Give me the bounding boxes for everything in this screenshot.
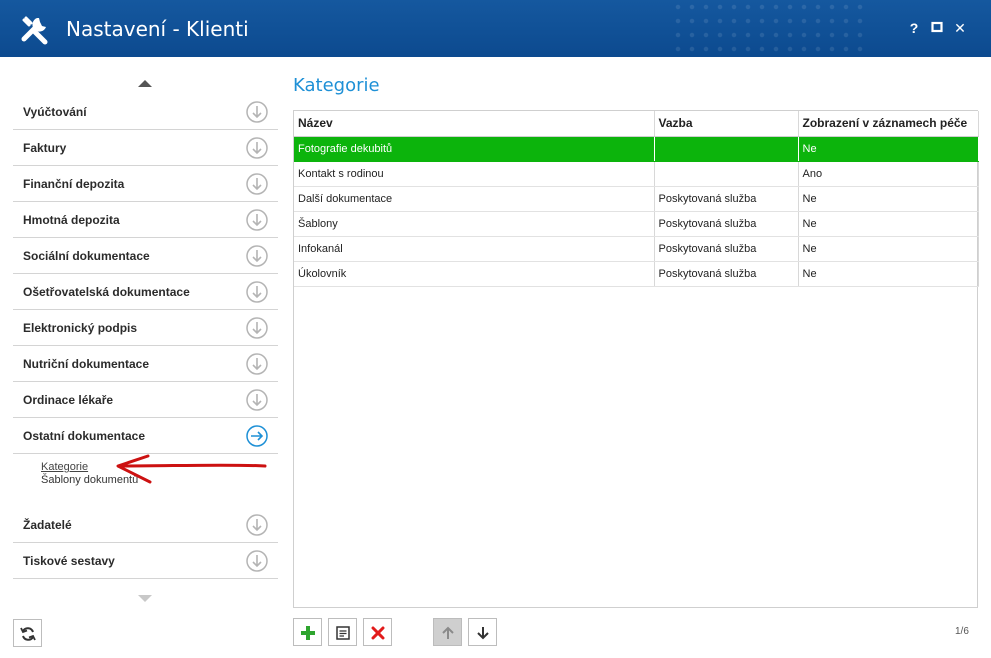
sidebar-item-label: Vyúčtování <box>23 105 87 119</box>
scroll-up-arrow-icon[interactable] <box>138 80 152 87</box>
circle-arrow-down-icon <box>246 550 268 572</box>
table-cell: Ne <box>798 236 979 262</box>
sidebar: Vyúčtování Faktury Finanční depozita Hmotná… <box>13 70 278 610</box>
circle-arrow-down-icon <box>246 173 268 195</box>
sidebar-item-label: Ošetřovatelská dokumentace <box>23 285 190 299</box>
circle-arrow-down-icon <box>246 245 268 267</box>
table-cell: Poskytovaná služba <box>654 261 799 287</box>
table-header-row: Název Vazba Zobrazení v záznamech péče <box>294 111 979 137</box>
maximize-icon <box>931 21 943 33</box>
sidebar-item-label: Faktury <box>23 141 67 155</box>
sidebar-item[interactable]: Vyúčtování <box>13 94 278 130</box>
move-up-button[interactable] <box>433 618 462 646</box>
table-cell: Ne <box>798 261 979 287</box>
sidebar-subitem[interactable]: Kategorie <box>41 461 88 473</box>
table-row[interactable]: Fotografie dekubitů Ne <box>294 136 979 162</box>
add-button[interactable] <box>293 618 322 646</box>
delete-icon <box>371 626 385 640</box>
sidebar-item[interactable]: Sociální dokumentace <box>13 238 278 274</box>
annotation-arrow-icon <box>116 454 267 484</box>
sidebar-item[interactable]: Ošetřovatelská dokumentace <box>13 274 278 310</box>
arrow-up-icon <box>442 626 454 639</box>
table-cell: Poskytovaná služba <box>654 236 799 262</box>
table-row[interactable]: Kontakt s rodinou Ano <box>294 161 979 187</box>
table-cell: Infokanál <box>294 236 655 262</box>
sidebar-item[interactable]: Ordinace lékaře <box>13 382 278 418</box>
table-cell: Poskytovaná služba <box>654 211 799 237</box>
circle-arrow-down-icon <box>246 137 268 159</box>
column-header-binding[interactable]: Vazba <box>654 111 799 137</box>
title-bar: Nastavení - Klienti ? ✕ <box>0 0 991 57</box>
table-cell: Ne <box>798 211 979 237</box>
sidebar-item[interactable]: Hmotná depozita <box>13 202 278 238</box>
maximize-button[interactable] <box>929 20 945 36</box>
refresh-button[interactable] <box>13 619 42 647</box>
table-cell: Poskytovaná služba <box>654 186 799 212</box>
table-cell: Úkolovník <box>294 261 655 287</box>
table-cell: Ano <box>798 161 979 187</box>
sidebar-item-label: Ostatní dokumentace <box>23 429 146 443</box>
sidebar-item-label: Ordinace lékaře <box>23 393 114 407</box>
sidebar-item[interactable]: Žadatelé <box>13 507 278 543</box>
refresh-icon <box>20 627 36 641</box>
table-cell: Ne <box>798 186 979 212</box>
table-row[interactable]: Šablony Poskytovaná služba Ne <box>294 211 979 237</box>
table-cell: Fotografie dekubitů <box>294 136 655 162</box>
table-cell: Další dokumentace <box>294 186 655 212</box>
sidebar-item[interactable]: Faktury <box>13 130 278 166</box>
circle-arrow-down-icon <box>246 317 268 339</box>
table-cell <box>654 161 799 187</box>
column-header-display[interactable]: Zobrazení v záznamech péče <box>798 111 979 137</box>
help-button[interactable]: ? <box>906 20 922 36</box>
sidebar-item-label: Hmotná depozita <box>23 213 120 227</box>
move-down-button[interactable] <box>468 618 497 646</box>
tools-icon <box>21 16 48 45</box>
pager-status: 1/6 <box>955 626 969 637</box>
circle-arrow-down-icon <box>246 389 268 411</box>
scroll-down-arrow-icon[interactable] <box>138 595 152 602</box>
circle-arrow-down-icon <box>246 514 268 536</box>
arrow-down-icon <box>477 627 489 640</box>
sidebar-item-label: Finanční depozita <box>23 177 125 191</box>
sidebar-item-label: Žadatelé <box>23 518 72 532</box>
page-title: Kategorie <box>293 75 380 96</box>
edit-button[interactable] <box>328 618 357 646</box>
table-cell <box>654 136 799 162</box>
close-button[interactable]: ✕ <box>952 20 968 36</box>
circle-arrow-down-icon <box>246 101 268 123</box>
sidebar-item[interactable]: Nutriční dokumentace <box>13 346 278 382</box>
circle-arrow-right-icon <box>246 425 268 447</box>
table-cell: Šablony <box>294 211 655 237</box>
table-cell: Ne <box>798 136 979 162</box>
title-bar-pattern <box>671 0 871 57</box>
table-row[interactable]: Infokanál Poskytovaná služba Ne <box>294 236 979 262</box>
delete-button[interactable] <box>363 618 392 646</box>
window-title: Nastavení - Klienti <box>66 17 249 41</box>
sidebar-item-label: Nutriční dokumentace <box>23 357 150 371</box>
table-row[interactable]: Další dokumentace Poskytovaná služba Ne <box>294 186 979 212</box>
column-header-name[interactable]: Název <box>294 111 655 137</box>
edit-document-icon <box>336 626 350 640</box>
table-row[interactable]: Úkolovník Poskytovaná služba Ne <box>294 261 979 287</box>
circle-arrow-down-icon <box>246 281 268 303</box>
circle-arrow-down-icon <box>246 353 268 375</box>
sidebar-item[interactable]: Finanční depozita <box>13 166 278 202</box>
categories-table: Název Vazba Zobrazení v záznamech péče F… <box>293 110 979 608</box>
sidebar-item-label: Sociální dokumentace <box>23 249 150 263</box>
sidebar-item-label: Tiskové sestavy <box>23 554 115 568</box>
circle-arrow-down-icon <box>246 209 268 231</box>
sidebar-item[interactable]: Tiskové sestavy <box>13 543 278 579</box>
sidebar-item-label: Elektronický podpis <box>23 321 138 335</box>
table-cell: Kontakt s rodinou <box>294 161 655 187</box>
sidebar-item[interactable]: Elektronický podpis <box>13 310 278 346</box>
sidebar-item[interactable]: Ostatní dokumentace <box>13 418 278 454</box>
plus-icon <box>301 626 315 640</box>
